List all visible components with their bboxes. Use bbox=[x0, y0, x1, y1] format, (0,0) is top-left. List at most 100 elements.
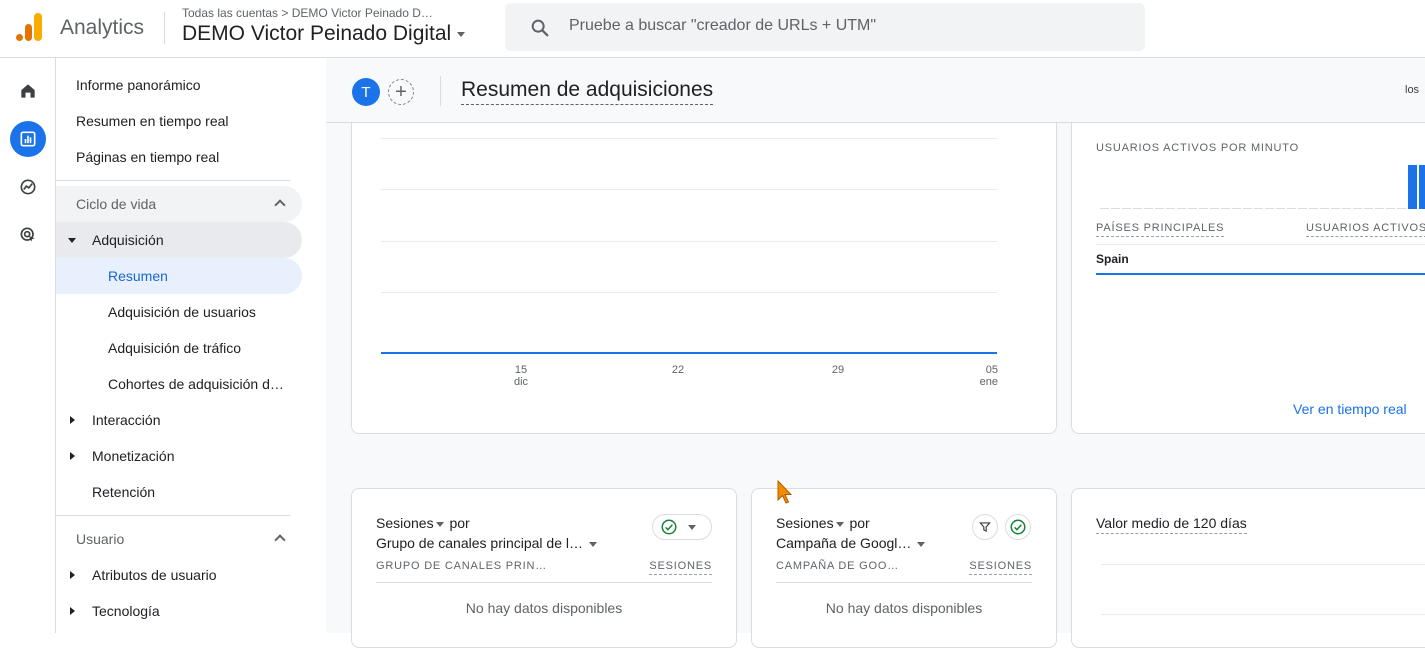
nav-user-attributes-label: Atributos de usuario bbox=[92, 567, 217, 583]
campaign-metric: Sesiones bbox=[776, 515, 834, 531]
campaign-status-button[interactable] bbox=[1005, 514, 1031, 540]
nav-section-user[interactable]: Usuario bbox=[56, 521, 302, 557]
property-selector[interactable]: DEMO Victor Peinado Digital bbox=[182, 22, 466, 46]
minute-bar bbox=[1243, 208, 1252, 209]
nav-engagement[interactable]: Interacción bbox=[56, 402, 302, 438]
table-divider bbox=[776, 582, 1032, 583]
nav-section-lifecycle-label: Ciclo de vida bbox=[76, 196, 157, 212]
top-countries-header[interactable]: PAÍSES PRINCIPALES bbox=[1096, 222, 1225, 237]
nav-traffic-acquisition[interactable]: Adquisición de tráfico bbox=[56, 330, 302, 366]
page-header: T + Resumen de adquisiciones los bbox=[326, 58, 1425, 123]
expand-right-icon bbox=[70, 607, 75, 615]
campaign-col-sessions[interactable]: SESIONES bbox=[969, 560, 1032, 575]
explore-icon bbox=[20, 179, 36, 195]
minute-bar bbox=[1166, 208, 1175, 209]
campaign-dimension-selector[interactable]: Campaña de Googl… bbox=[776, 535, 927, 551]
channel-metric: Sesiones bbox=[376, 515, 434, 531]
nav-acquisition-cohorts[interactable]: Cohortes de adquisición d… bbox=[56, 366, 302, 402]
expand-right-icon bbox=[70, 452, 75, 460]
account-breadcrumb[interactable]: Todas las cuentas > DEMO Victor Peinado … bbox=[182, 6, 433, 20]
channel-metric-selector[interactable]: Sesiones por bbox=[376, 515, 470, 531]
nav-user-attributes[interactable]: Atributos de usuario bbox=[56, 557, 302, 593]
nav-acquisition-cohorts-label: Cohortes de adquisición d… bbox=[108, 376, 284, 392]
channel-status-menu[interactable] bbox=[652, 514, 712, 540]
channel-dimension: Grupo de canales principal de l… bbox=[376, 535, 584, 551]
dropdown-caret-icon bbox=[835, 521, 844, 527]
channel-col-dimension: GRUPO DE CANALES PRIN… bbox=[376, 560, 548, 572]
property-name: DEMO Victor Peinado Digital bbox=[182, 22, 452, 45]
ltv-title[interactable]: Valor medio de 120 días bbox=[1096, 515, 1247, 534]
minute-bar bbox=[1386, 208, 1395, 209]
minute-bar bbox=[1331, 208, 1340, 209]
nav-realtime-overview[interactable]: Resumen en tiempo real bbox=[56, 103, 302, 139]
minute-bar bbox=[1419, 165, 1425, 209]
table-divider bbox=[376, 582, 712, 583]
minute-bar bbox=[1177, 208, 1186, 209]
filter-button[interactable] bbox=[972, 514, 998, 540]
campaign-empty-state: No hay datos disponibles bbox=[825, 600, 983, 616]
minute-bar bbox=[1375, 208, 1384, 209]
report-content: 15dic 22 29 05ene 1 USUARIOS ACTIVOS POR MI… bbox=[326, 58, 1425, 648]
nav-retention-label: Retención bbox=[92, 484, 156, 500]
check-circle-icon bbox=[661, 519, 677, 535]
minute-bar bbox=[1188, 208, 1197, 209]
channel-col-sessions[interactable]: SESIONES bbox=[649, 560, 712, 575]
search-bar[interactable]: Pruebe a buscar "creador de URLs + UTM" bbox=[505, 3, 1145, 51]
reports-button[interactable] bbox=[10, 121, 46, 157]
per-minute-label: USUARIOS ACTIVOS POR MINUTO bbox=[1096, 142, 1299, 154]
header-divider bbox=[164, 12, 165, 44]
chart-gridline bbox=[1101, 564, 1425, 565]
filter-icon bbox=[979, 522, 991, 533]
add-comparison-button[interactable]: + bbox=[388, 79, 414, 105]
channel-empty-state: No hay datos disponibles bbox=[465, 600, 623, 616]
x-tick-label: 22 bbox=[671, 364, 685, 376]
minute-bar bbox=[1364, 208, 1373, 209]
chevron-up-icon bbox=[274, 534, 286, 546]
expand-right-icon bbox=[70, 416, 75, 424]
chart-gridline bbox=[381, 138, 997, 139]
active-users-header[interactable]: USUARIOS ACTIVOS bbox=[1306, 222, 1425, 237]
view-realtime-link[interactable]: Ver en tiempo real bbox=[1293, 401, 1407, 417]
dropdown-caret-icon bbox=[688, 524, 696, 530]
nav-divider bbox=[56, 515, 290, 516]
analytics-logo-icon[interactable] bbox=[14, 12, 44, 42]
minute-bar bbox=[1353, 208, 1362, 209]
minute-bar bbox=[1276, 208, 1285, 209]
nav-acquisition[interactable]: Adquisición bbox=[56, 222, 302, 258]
nav-traffic-acquisition-label: Adquisición de tráfico bbox=[108, 340, 242, 356]
channel-dimension-selector[interactable]: Grupo de canales principal de l… bbox=[376, 535, 599, 551]
search-placeholder: Pruebe a buscar "creador de URLs + UTM" bbox=[569, 17, 877, 34]
chart-gridline bbox=[381, 292, 997, 293]
nav-acquisition-overview-label: Resumen bbox=[108, 268, 168, 284]
nav-acquisition-label: Adquisición bbox=[92, 232, 164, 248]
country-name: Spain bbox=[1096, 252, 1129, 266]
minute-bar bbox=[1122, 208, 1131, 209]
reports-icon bbox=[20, 131, 36, 147]
property-dropdown-icon bbox=[457, 31, 466, 37]
minute-bar bbox=[1254, 208, 1263, 209]
nav-realtime-pages-label: Páginas en tiempo real bbox=[76, 149, 220, 165]
minute-bar bbox=[1320, 208, 1329, 209]
advertising-button[interactable] bbox=[10, 217, 46, 253]
campaign-col-dimension: CAMPAÑA DE GOO… bbox=[776, 560, 900, 572]
explore-button[interactable] bbox=[10, 169, 46, 205]
nav-overview[interactable]: Informe panorámico bbox=[56, 67, 302, 103]
nav-acquisition-overview[interactable]: Resumen bbox=[56, 258, 302, 294]
nav-divider bbox=[56, 180, 290, 181]
chart-gridline bbox=[381, 241, 997, 242]
nav-retention[interactable]: Retención bbox=[56, 474, 302, 510]
nav-engagement-label: Interacción bbox=[92, 412, 161, 428]
nav-monetization[interactable]: Monetización bbox=[56, 438, 302, 474]
home-button[interactable] bbox=[10, 73, 46, 109]
per-minute-bars bbox=[1100, 165, 1425, 209]
nav-realtime-pages[interactable]: Páginas en tiempo real bbox=[56, 139, 302, 175]
dropdown-caret-icon bbox=[917, 541, 926, 547]
comparison-avatar[interactable]: T bbox=[352, 78, 380, 106]
minute-bar bbox=[1199, 208, 1208, 209]
nav-technology[interactable]: Tecnología bbox=[56, 593, 302, 629]
minute-bar bbox=[1309, 208, 1318, 209]
nav-section-lifecycle[interactable]: Ciclo de vida bbox=[56, 186, 302, 222]
nav-user-acquisition[interactable]: Adquisición de usuarios bbox=[56, 294, 302, 330]
campaign-metric-selector[interactable]: Sesiones por bbox=[776, 515, 870, 531]
date-range-button[interactable]: los bbox=[1405, 84, 1425, 96]
